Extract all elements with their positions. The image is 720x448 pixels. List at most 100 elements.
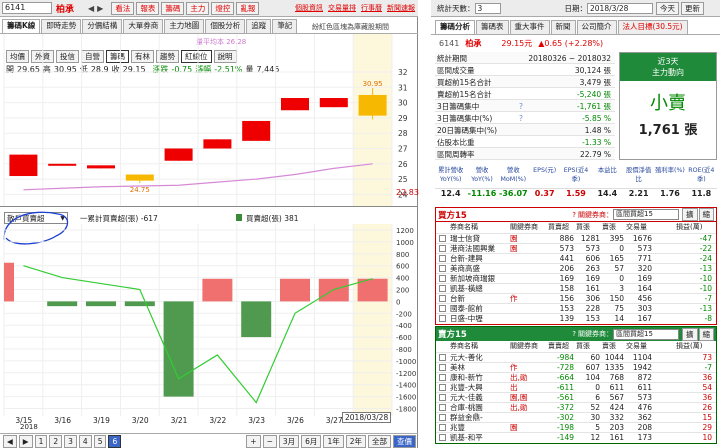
table-row[interactable]: 兆豐-大興 出 -611 0 611 611 54	[436, 382, 716, 392]
tab-target-price[interactable]: 法人目標(30.5元)	[617, 20, 688, 34]
date-input[interactable]: 2018/3/28	[587, 2, 653, 14]
broker-name[interactable]: 日盛-中壢	[450, 314, 483, 323]
link-stock-info[interactable]: 個股資訊	[295, 3, 323, 13]
price-chart[interactable]: 323130292827262524232230.9524.75	[0, 34, 418, 206]
link-calendar[interactable]: 行事曆	[361, 3, 382, 13]
scroll-left-button[interactable]: ◀	[3, 434, 17, 448]
table-row[interactable]: 康和-新竹 出,勛 -664 104 768 872 36	[436, 372, 716, 382]
sell-range-select[interactable]: 區間買超15	[613, 328, 679, 340]
table-row[interactable]: 美林 作 -728 607 1335 1942 -7	[436, 362, 716, 372]
link-report[interactable]: 報表	[136, 1, 160, 15]
broker-name[interactable]: 群益金鼎-	[450, 413, 483, 422]
page-2[interactable]: 2	[49, 434, 63, 448]
broker-name[interactable]: 美商高盛	[450, 264, 480, 273]
table-row[interactable]: 合庫-桃園 出,勛 -372 52 424 476 26	[436, 402, 716, 412]
tab-major-events[interactable]: 重大事件	[509, 20, 550, 34]
tab-track[interactable]: 追蹤	[246, 19, 272, 33]
table-row[interactable]: 港商法國興業 園 573 573 0 573 -22	[436, 243, 716, 253]
broker-name[interactable]: 港商法國興業	[450, 244, 495, 253]
buy-range-select[interactable]: 區間買超15	[613, 209, 679, 220]
row-checkbox[interactable]	[439, 424, 446, 431]
page-6[interactable]: 6	[108, 434, 122, 448]
row-checkbox[interactable]	[439, 275, 446, 282]
range-2y[interactable]: 2年	[345, 434, 366, 448]
table-row[interactable]: 台新-建興 441 606 165 771 -24	[436, 253, 716, 263]
page-5[interactable]: 5	[93, 434, 107, 448]
help-icon[interactable]: ?	[519, 114, 523, 123]
tab-big-brokers[interactable]: 大單券商	[123, 19, 164, 33]
table-row[interactable]: 台新 作 156 306 150 456 -7	[436, 293, 716, 303]
broker-name[interactable]: 兆豐	[450, 423, 465, 432]
broker-name[interactable]: 康和-新竹	[450, 373, 483, 382]
broker-name[interactable]: 新加坡商瑞銀	[450, 274, 495, 283]
broker-name[interactable]: 國泰-館前	[450, 304, 483, 313]
row-checkbox[interactable]	[439, 404, 446, 411]
table-row[interactable]: 凱基-橫總 158 161 3 164 -10	[436, 283, 716, 293]
row-checkbox[interactable]	[439, 394, 446, 401]
range-6m[interactable]: 6月	[301, 434, 322, 448]
row-checkbox[interactable]	[439, 285, 446, 292]
row-checkbox[interactable]	[439, 354, 446, 361]
table-row[interactable]: 元大-善化 -984 60 1044 1104 73	[436, 352, 716, 362]
buy-expand-button[interactable]: 擴	[682, 208, 698, 221]
row-checkbox[interactable]	[439, 384, 446, 391]
sell-expand-button[interactable]: 擴	[682, 327, 698, 341]
row-checkbox[interactable]	[439, 255, 446, 262]
row-checkbox[interactable]	[439, 374, 446, 381]
table-row[interactable]: 群益金鼎- -302 30 332 362 15	[436, 412, 716, 422]
broker-name[interactable]: 合庫-桃園	[450, 403, 483, 412]
table-row[interactable]: 瑞士信貸 園 886 1281 395 1676 -47	[436, 233, 716, 243]
page-3[interactable]: 3	[64, 434, 77, 448]
range-3m[interactable]: 3月	[278, 434, 300, 448]
row-checkbox[interactable]	[439, 305, 446, 312]
row-checkbox[interactable]	[439, 245, 446, 252]
range-all[interactable]: 全部	[368, 434, 391, 448]
link-main-force[interactable]: 主力	[186, 1, 210, 15]
scroll-right-button[interactable]: ▶	[18, 434, 33, 448]
link-view[interactable]: 看法	[111, 1, 135, 15]
link-chips[interactable]: 籌碼	[161, 1, 185, 15]
today-button[interactable]: 今天	[656, 1, 679, 15]
page-4[interactable]: 4	[78, 434, 92, 448]
broker-name[interactable]: 元大-佳義	[450, 393, 483, 402]
table-row[interactable]: 元大-佳義 園,園 -561 6 567 573 36	[436, 392, 716, 402]
tab-company-profile[interactable]: 公司簡介	[576, 20, 617, 34]
range-1y[interactable]: 1年	[323, 434, 344, 448]
tab-notes[interactable]: 筆記	[272, 19, 298, 33]
zoom-out-button[interactable]: −	[262, 434, 277, 448]
help-icon[interactable]: ?	[519, 102, 523, 111]
table-row[interactable]: 日盛-中壢 139 153 14 167 -8	[436, 313, 716, 323]
tab-intraday[interactable]: 即時走勢	[41, 19, 82, 33]
zoom-in-button[interactable]: +	[246, 434, 261, 448]
next-stock-button[interactable]: ▶	[97, 4, 103, 13]
broker-name[interactable]: 凱基-和平	[450, 433, 483, 442]
tab-chip-table[interactable]: 籌碼表	[476, 20, 509, 34]
row-checkbox[interactable]	[439, 315, 446, 322]
table-row[interactable]: 凱基-和平 -149 12 161 173 10	[436, 432, 716, 442]
tab-main-force-map[interactable]: 主力地圖	[164, 19, 205, 33]
table-row[interactable]: 國泰-館前 153 228 75 303 -13	[436, 303, 716, 313]
broker-name[interactable]: 瑞士信貸	[450, 234, 480, 243]
link-news-flash[interactable]: 新聞速報	[387, 3, 415, 13]
refresh-button[interactable]: 更新	[681, 1, 704, 15]
link-news[interactable]: 亂報	[236, 1, 260, 15]
prev-stock-button[interactable]: ◀	[88, 4, 94, 13]
tab-news[interactable]: 新聞	[550, 20, 576, 34]
row-checkbox[interactable]	[439, 364, 446, 371]
link-volume-rank[interactable]: 交易量排	[328, 3, 356, 13]
stock-code-input[interactable]: 6141	[2, 2, 52, 14]
tab-price-structure[interactable]: 分價結構	[82, 19, 123, 33]
table-row[interactable]: 美商高盛 206 263 57 320 -13	[436, 263, 716, 273]
sell-collapse-button[interactable]: 縮	[698, 327, 714, 341]
broker-name[interactable]: 美林	[450, 363, 465, 372]
flow-chart[interactable]: 1200 1000 800 600 400 200 0 -200 -400 -600 -800 -10…	[0, 224, 418, 416]
broker-name[interactable]: 兆豐-大興	[450, 383, 483, 392]
row-checkbox[interactable]	[439, 434, 446, 441]
row-checkbox[interactable]	[439, 295, 446, 302]
row-checkbox[interactable]	[439, 265, 446, 272]
query-price-button[interactable]: 查價	[393, 434, 416, 448]
table-row[interactable]: 新加坡商瑞銀 169 169 0 169 -10	[436, 273, 716, 283]
row-checkbox[interactable]	[439, 235, 446, 242]
broker-name[interactable]: 元大-善化	[450, 353, 483, 362]
row-checkbox[interactable]	[439, 414, 446, 421]
